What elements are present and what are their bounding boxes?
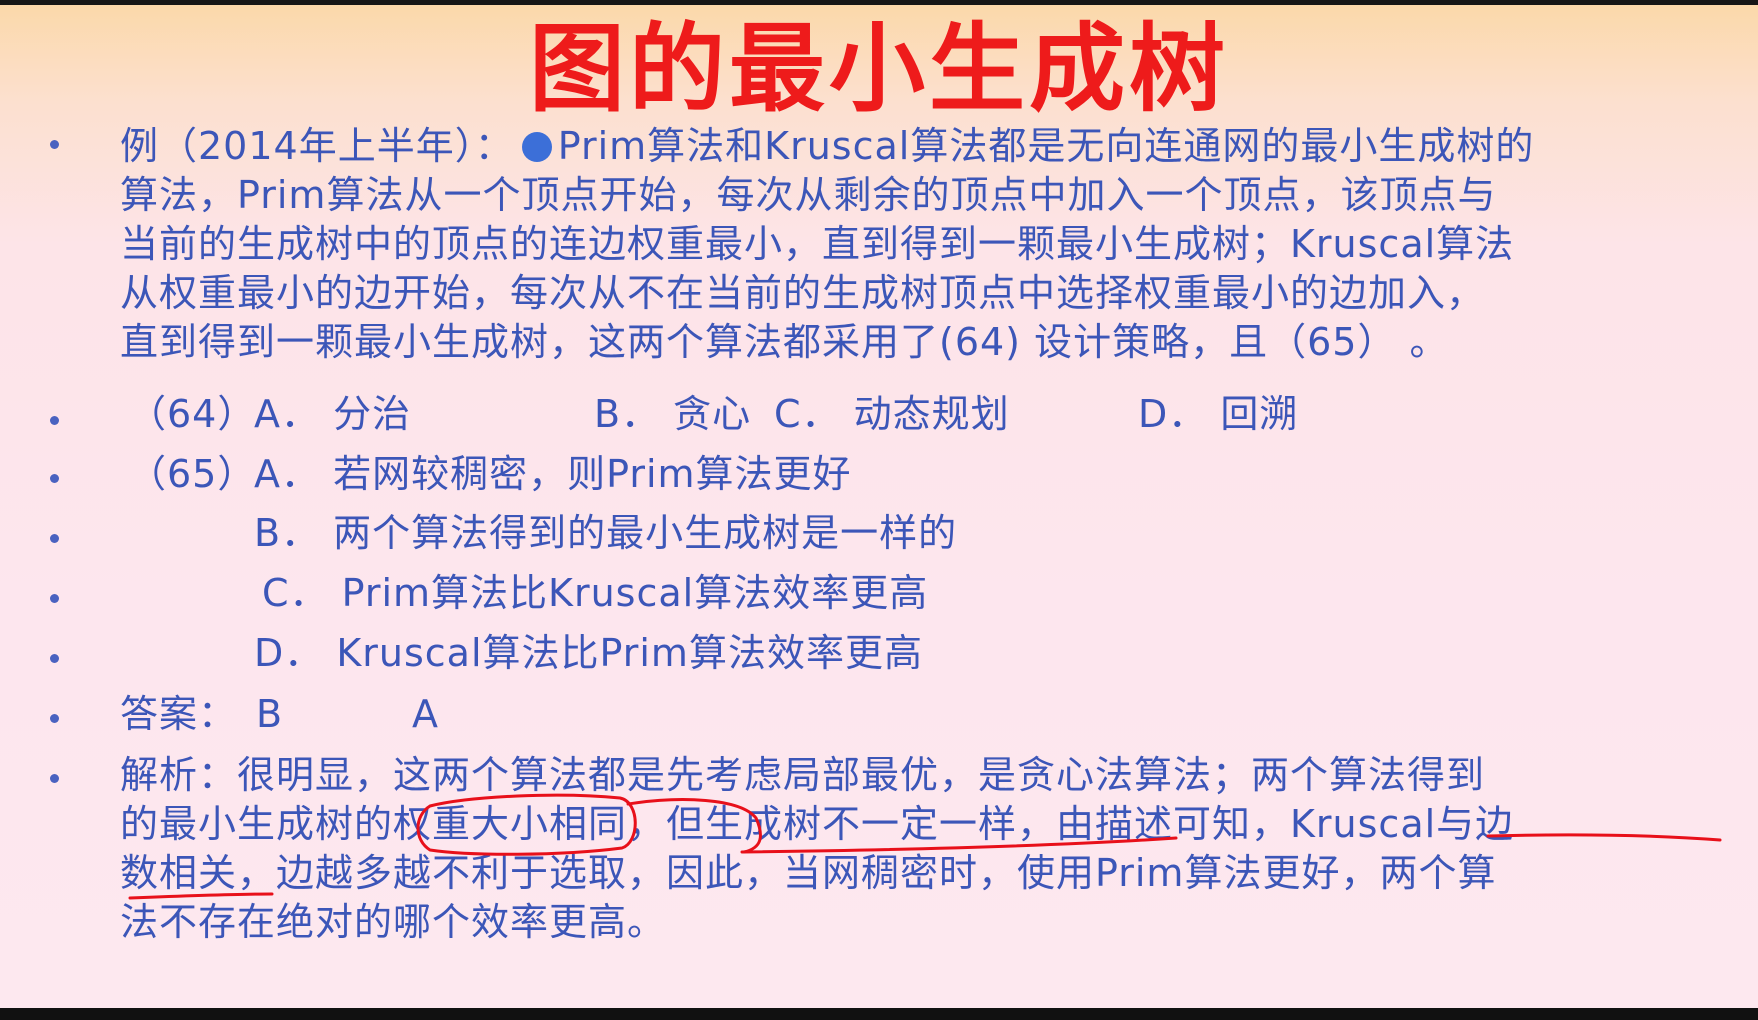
analysis-paragraph: 解析：很明显，这两个算法都是先考虑局部最优，是贪心法算法；两个算法得到 的最小生… bbox=[120, 751, 1720, 947]
answer-label: 答案： bbox=[120, 692, 238, 736]
question-line-1-text: Prim算法和Kruscal算法都是无向连通网的最小生成树的 bbox=[557, 124, 1535, 168]
analysis-line-4: 法不存在绝对的哪个效率更高。 bbox=[120, 900, 667, 944]
answer-64: B bbox=[256, 692, 284, 736]
answer-65: A bbox=[412, 692, 439, 736]
question-line-2: 算法，Prim算法从一个顶点开始，每次从剩余的顶点中加入一个顶点，该顶点与 bbox=[120, 173, 1497, 217]
q64-option-c: C． 动态规划 bbox=[774, 392, 1010, 436]
question-line-4: 从权重最小的边开始，每次从不在当前的生成树顶点中选择权重最小的边加入， bbox=[120, 271, 1486, 315]
bullet-icon bbox=[50, 654, 64, 668]
question-prefix: 例（2014年上半年）： bbox=[120, 124, 514, 168]
q65-option-b: B． 两个算法得到的最小生成树是一样的 bbox=[254, 511, 958, 555]
bullet-icon bbox=[50, 474, 64, 488]
slide-title: 图的最小生成树 bbox=[529, 13, 1229, 125]
question-line-3: 当前的生成树中的顶点的连边权重最小，直到得到一颗最小生成树；Kruscal算法 bbox=[120, 222, 1515, 266]
top-border bbox=[0, 0, 1758, 5]
bullet-icon bbox=[50, 416, 64, 430]
q64-option-b: B． 贪心 bbox=[594, 392, 752, 436]
q65-label: （65） bbox=[128, 452, 257, 496]
bullet-icon bbox=[50, 594, 64, 608]
analysis-line-3: 数相关，边越多越不利于选取，因此，当网稠密时，使用Prim算法更好，两个算 bbox=[120, 851, 1497, 895]
question-line-5: 直到得到一颗最小生成树，这两个算法都采用了(64) 设计策略，且（65） 。 bbox=[120, 320, 1449, 364]
q64-option-a: A． 分治 bbox=[254, 392, 412, 436]
question-line-1: 例（2014年上半年）： Prim算法和Kruscal算法都是无向连通网的最小生成… bbox=[120, 122, 1720, 171]
pointer-dot-icon bbox=[521, 132, 552, 162]
q64-option-d: D． 回溯 bbox=[1138, 392, 1299, 436]
bullet-icon bbox=[50, 534, 64, 548]
analysis-line-1: 解析：很明显，这两个算法都是先考虑局部最优，是贪心法算法；两个算法得到 bbox=[120, 753, 1486, 797]
bullet-icon bbox=[50, 140, 64, 154]
analysis-line-2: 的最小生成树的权重大小相同，但生成树不一定一样，由描述可知，Kruscal与边 bbox=[120, 802, 1515, 846]
question-paragraph: 例（2014年上半年）： Prim算法和Kruscal算法都是无向连通网的最小生成… bbox=[120, 122, 1720, 367]
bullet-icon bbox=[50, 774, 64, 788]
bullet-icon bbox=[50, 714, 64, 728]
q65-option-c: C． Prim算法比Kruscal算法效率更高 bbox=[262, 571, 929, 615]
q64-label: （64） bbox=[128, 392, 257, 436]
q65-option-a: A． 若网较稠密，则Prim算法更好 bbox=[254, 452, 852, 496]
slide: 图的最小生成树 例（2014年上半年）： Prim算法和Kruscal算法都是无向… bbox=[0, 0, 1758, 1020]
q65-option-d: D． Kruscal算法比Prim算法效率更高 bbox=[254, 631, 923, 675]
bottom-border bbox=[0, 1008, 1758, 1020]
